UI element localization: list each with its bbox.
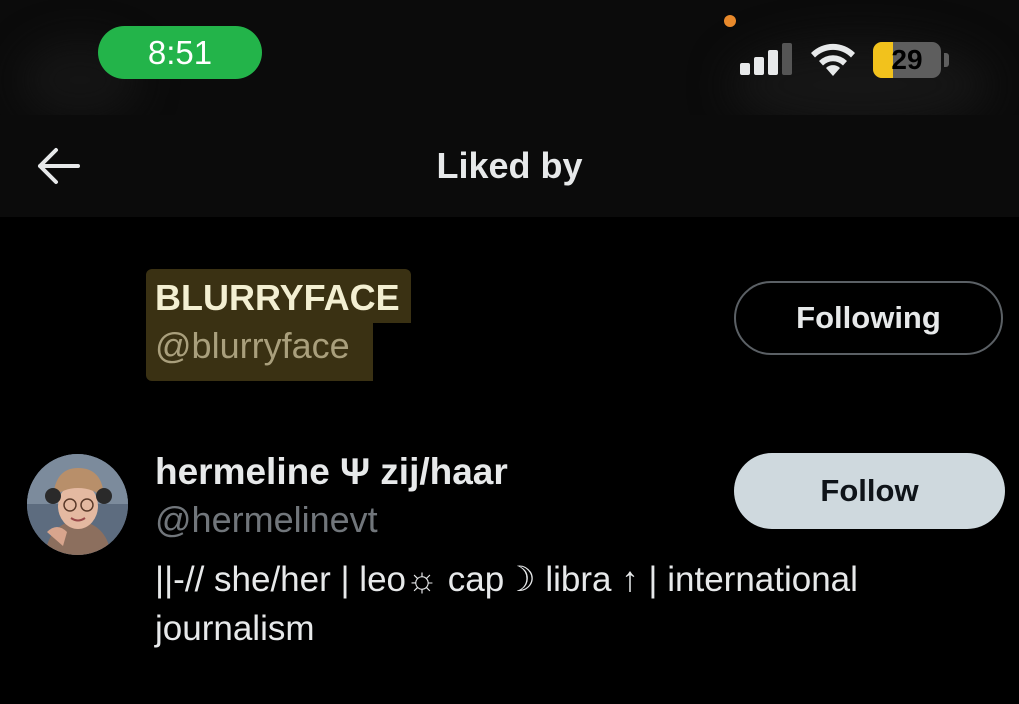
following-button[interactable]: Following xyxy=(734,281,1003,355)
user-display-name[interactable]: hermeline Ψ zij/haar xyxy=(155,451,508,493)
list-item[interactable]: hermeline Ψ zij/haar @hermelinevt ||-// … xyxy=(0,449,1019,679)
page-title: Liked by xyxy=(436,145,583,186)
status-bar: 8:51 29 xyxy=(0,0,1019,130)
battery-cap xyxy=(944,53,949,67)
status-time: 8:51 xyxy=(98,26,262,79)
wifi-icon xyxy=(811,43,855,76)
follow-button[interactable]: Follow xyxy=(734,453,1005,529)
battery-icon: 29 xyxy=(873,42,941,78)
privacy-indicator-dot xyxy=(724,15,736,27)
header: Liked by xyxy=(0,115,1019,217)
highlight-notch xyxy=(373,323,413,383)
liked-by-list: BLURRYFACE @blurryface Following hermeli… xyxy=(0,217,1019,704)
user-bio: ||-// she/her | leo☼ cap☽ libra ↑ | inte… xyxy=(155,560,858,648)
avatar[interactable] xyxy=(27,454,128,555)
user-handle: @hermelinevt xyxy=(155,499,378,540)
list-item[interactable]: BLURRYFACE @blurryface Following xyxy=(0,269,1019,394)
cellular-signal-icon xyxy=(740,43,792,75)
battery-level: 29 xyxy=(891,44,923,75)
user-handle: @blurryface xyxy=(155,325,350,366)
user-display-name[interactable]: BLURRYFACE xyxy=(155,277,400,319)
